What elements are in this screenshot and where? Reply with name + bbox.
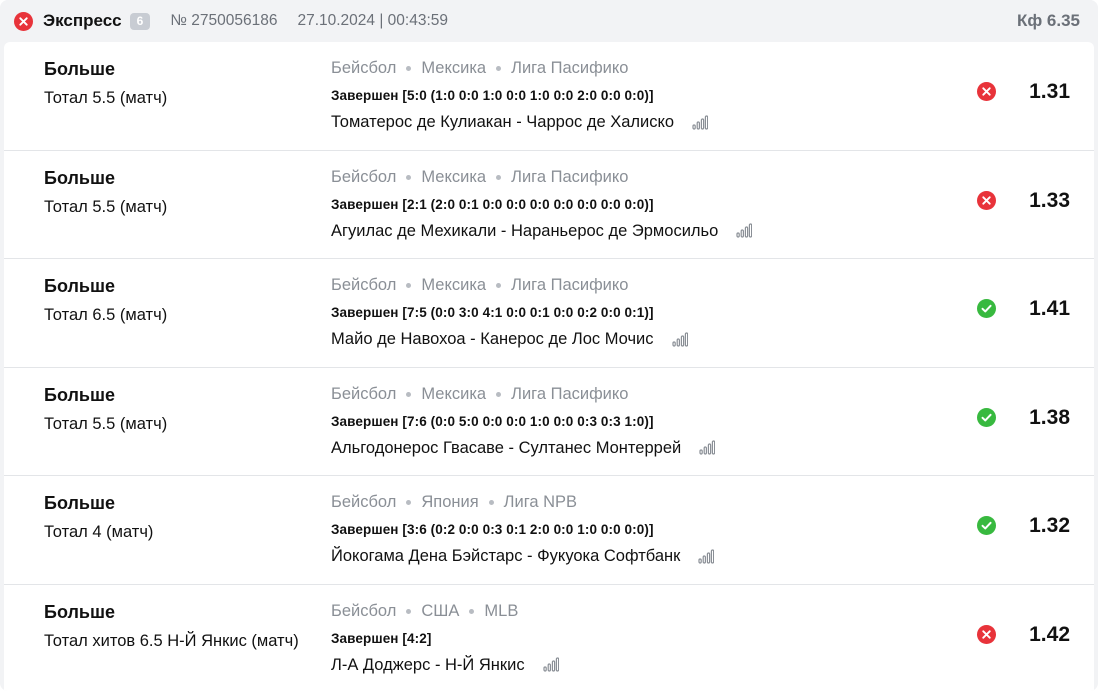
event-breadcrumb: Бейсбол Мексика Лига Пасифико xyxy=(331,385,628,404)
breadcrumb-sport[interactable]: Бейсбол xyxy=(331,493,396,512)
lost-status-icon xyxy=(977,624,996,644)
match-teams[interactable]: Йокогама Дена Бэйстарс - Фукуока Софтбан… xyxy=(331,547,680,566)
bet-selections-list: Больше Тотал 5.5 (матч) Бейсбол Мексика … xyxy=(4,42,1094,691)
match-result: Завершен [2:1 (2:0 0:1 0:0 0:0 0:0 0:0 0… xyxy=(331,196,654,212)
bet-slip-title: Экспресс xyxy=(43,11,122,30)
bet-market: Тотал 5.5 (матч) xyxy=(44,414,168,433)
match-name[interactable]: Томатерос де Кулиакан - Чаррос де Халиск… xyxy=(331,113,709,132)
breadcrumb-separator xyxy=(469,608,475,614)
selection-odds: 1.41 xyxy=(1029,297,1070,320)
selection-odds: 1.33 xyxy=(1029,188,1070,212)
selection-odds: 1.38 xyxy=(1029,405,1070,429)
lost-status-icon xyxy=(977,82,996,101)
match-result: Завершен [5:0 (1:0 0:0 1:0 0:0 1:0 0:0 2… xyxy=(331,88,654,103)
selections-count-badge: 6 xyxy=(129,12,151,30)
bet-selection-row[interactable]: Больше Тотал 5.5 (матч) Бейсбол Мексика … xyxy=(4,151,1094,259)
match-teams[interactable]: Томатерос де Кулиакан - Чаррос де Халиск… xyxy=(331,113,674,132)
event-breadcrumb: Бейсбол Япония Лига NPB xyxy=(331,493,577,512)
selection-odds: 1.32 xyxy=(1029,514,1070,537)
event-breadcrumb: Бейсбол Мексика Лига Пасифико xyxy=(331,59,628,78)
match-teams[interactable]: Агуилас де Мехикали - Нараньерос де Эрмо… xyxy=(331,222,718,241)
bet-selection-row[interactable]: Больше Тотал 5.5 (матч) Бейсбол Мексика … xyxy=(4,368,1094,476)
statistics-icon[interactable] xyxy=(671,331,688,348)
breadcrumb-sport[interactable]: Бейсбол xyxy=(331,168,396,187)
bet-outcome: Больше xyxy=(44,276,115,296)
bet-slip-header[interactable]: Экспресс 6 № 2750056186 27.10.2024 | 00:… xyxy=(0,0,1098,42)
match-name[interactable]: Йокогама Дена Бэйстарс - Фукуока Софтбан… xyxy=(331,547,715,566)
won-status-icon xyxy=(977,299,996,318)
breadcrumb-league[interactable]: Лига Пасифико xyxy=(511,276,628,295)
event-breadcrumb: Бейсбол Мексика Лига Пасифико xyxy=(331,276,628,295)
breadcrumb-separator xyxy=(496,283,502,288)
bet-market: Тотал хитов 6.5 Н-Й Янкис (матч) xyxy=(44,631,299,650)
match-result: Завершен [4:2] xyxy=(331,630,432,646)
selection-odds: 1.31 xyxy=(1029,80,1070,103)
match-teams[interactable]: Л-А Доджерс - Н-Й Янкис xyxy=(331,656,525,675)
breadcrumb-separator xyxy=(496,391,502,397)
breadcrumb-country[interactable]: Мексика xyxy=(421,59,486,78)
bet-outcome: Больше xyxy=(44,493,115,513)
breadcrumb-separator xyxy=(406,283,412,288)
breadcrumb-league[interactable]: MLB xyxy=(484,602,518,621)
bet-outcome: Больше xyxy=(44,601,115,622)
statistics-icon[interactable] xyxy=(542,657,559,673)
bet-outcome: Больше xyxy=(44,59,115,79)
breadcrumb-separator xyxy=(406,174,412,180)
statistics-icon[interactable] xyxy=(698,548,715,565)
breadcrumb-separator xyxy=(488,500,494,505)
breadcrumb-sport[interactable]: Бейсбол xyxy=(331,59,396,78)
bet-datetime: 27.10.2024 | 00:43:59 xyxy=(297,12,449,29)
total-coefficient: Кф 6.35 xyxy=(1016,11,1080,30)
bet-market: Тотал 5.5 (матч) xyxy=(44,197,168,216)
breadcrumb-sport[interactable]: Бейсбол xyxy=(331,385,396,404)
breadcrumb-country[interactable]: Мексика xyxy=(421,385,486,404)
breadcrumb-country[interactable]: Мексика xyxy=(421,276,486,295)
match-result: Завершен [3:6 (0:2 0:0 0:3 0:1 2:0 0:0 1… xyxy=(331,522,654,537)
lost-status-icon xyxy=(14,11,33,31)
won-status-icon xyxy=(977,516,996,535)
bet-selection-row[interactable]: Больше Тотал хитов 6.5 Н-Й Янкис (матч) … xyxy=(4,585,1094,691)
statistics-icon[interactable] xyxy=(699,440,716,456)
bet-selection-row[interactable]: Больше Тотал 4 (матч) Бейсбол Япония Лиг… xyxy=(4,476,1094,585)
breadcrumb-separator xyxy=(406,608,412,614)
bet-selection-row[interactable]: Больше Тотал 6.5 (матч) Бейсбол Мексика … xyxy=(4,259,1094,368)
breadcrumb-separator xyxy=(496,66,502,71)
breadcrumb-league[interactable]: Лига Пасифико xyxy=(511,59,628,78)
event-breadcrumb: Бейсбол США MLB xyxy=(331,602,518,621)
match-teams[interactable]: Альгодонерос Гвасаве - Султанес Монтерре… xyxy=(331,439,681,458)
match-name[interactable]: Л-А Доджерс - Н-Й Янкис xyxy=(331,656,559,675)
event-breadcrumb: Бейсбол Мексика Лига Пасифико xyxy=(331,168,628,187)
breadcrumb-country[interactable]: Мексика xyxy=(421,168,486,187)
breadcrumb-league[interactable]: Лига NPB xyxy=(504,493,577,512)
breadcrumb-league[interactable]: Лига Пасифико xyxy=(511,168,628,187)
breadcrumb-league[interactable]: Лига Пасифико xyxy=(511,385,628,404)
statistics-icon[interactable] xyxy=(736,223,753,239)
match-name[interactable]: Майо де Навохоа - Канерос де Лос Мочис xyxy=(331,330,688,349)
match-name[interactable]: Альгодонерос Гвасаве - Султанес Монтерре… xyxy=(331,439,716,458)
breadcrumb-separator xyxy=(406,66,412,71)
bet-slip-card: Экспресс 6 № 2750056186 27.10.2024 | 00:… xyxy=(0,0,1098,691)
match-result: Завершен [7:5 (0:0 3:0 4:1 0:0 0:1 0:0 0… xyxy=(331,305,654,320)
breadcrumb-separator xyxy=(406,391,412,397)
match-name[interactable]: Агуилас де Мехикали - Нараньерос де Эрмо… xyxy=(331,222,753,241)
breadcrumb-separator xyxy=(406,500,412,505)
match-result: Завершен [7:6 (0:0 5:0 0:0 0:0 1:0 0:0 0… xyxy=(331,413,654,429)
selection-odds: 1.42 xyxy=(1029,622,1070,646)
bet-market: Тотал 6.5 (матч) xyxy=(44,306,168,324)
bet-market: Тотал 4 (матч) xyxy=(44,523,154,541)
bet-outcome: Больше xyxy=(44,167,115,188)
bet-number: № 2750056186 xyxy=(170,12,278,29)
match-teams[interactable]: Майо де Навохоа - Канерос де Лос Мочис xyxy=(331,330,654,349)
bet-selection-row[interactable]: Больше Тотал 5.5 (матч) Бейсбол Мексика … xyxy=(4,42,1094,151)
breadcrumb-separator xyxy=(496,174,502,180)
breadcrumb-sport[interactable]: Бейсбол xyxy=(331,602,396,621)
bet-market: Тотал 5.5 (матч) xyxy=(44,89,168,107)
bet-outcome: Больше xyxy=(44,384,115,405)
won-status-icon xyxy=(977,407,996,427)
breadcrumb-sport[interactable]: Бейсбол xyxy=(331,276,396,295)
breadcrumb-country[interactable]: Япония xyxy=(421,493,478,512)
breadcrumb-country[interactable]: США xyxy=(421,602,459,621)
lost-status-icon xyxy=(977,190,996,210)
statistics-icon[interactable] xyxy=(692,114,709,131)
